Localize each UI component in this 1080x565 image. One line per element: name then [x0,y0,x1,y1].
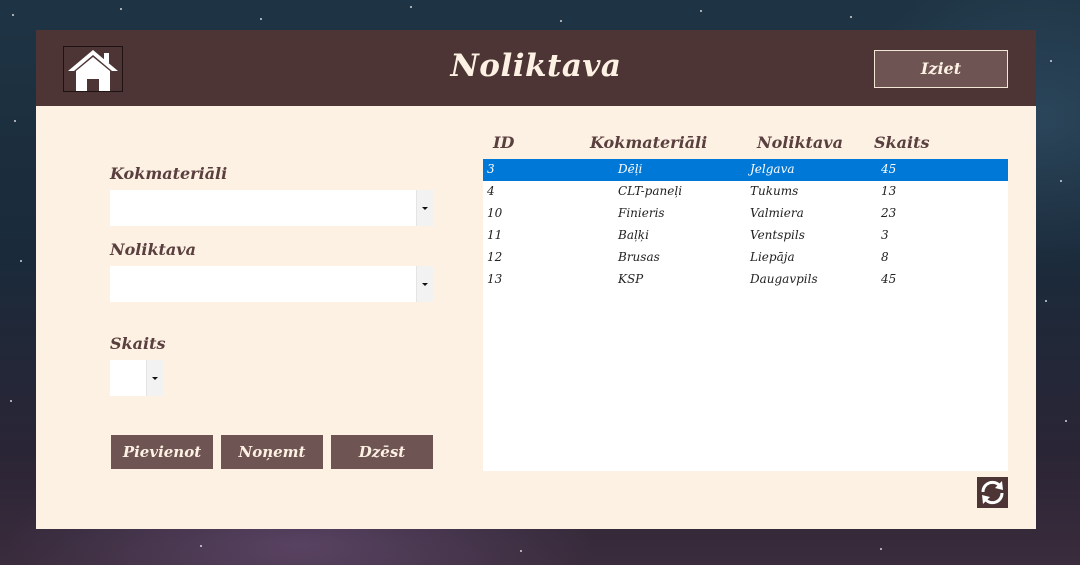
warehouse-label: Noliktava [110,240,196,259]
list-item[interactable]: 4 CLT-paneļi Tukums 13 [483,181,1008,203]
cell-material: Brusas [618,250,660,264]
quantity-label: Skaits [110,334,166,353]
cell-warehouse: Liepāja [750,250,795,264]
cell-id: 13 [487,272,503,286]
header-bar: Noliktava Iziet [36,30,1036,106]
cell-material: Baļķi [618,228,649,242]
cell-warehouse: Valmiera [750,206,804,220]
list-item[interactable]: 12 Brusas Liepāja 8 [483,247,1008,269]
cell-id: 11 [487,228,503,242]
chevron-down-icon[interactable] [146,360,163,396]
cell-warehouse: Jelgava [750,162,795,176]
list-item[interactable]: 13 KSP Daugavpils 45 [483,269,1008,291]
refresh-icon [981,480,1004,505]
app-window: Noliktava Iziet Kokmateriāli Noliktava S… [36,30,1036,529]
cell-material: KSP [618,272,644,286]
column-header-id: ID [493,133,515,152]
column-header-warehouse: Noliktava [757,133,843,152]
cell-id: 4 [487,184,495,198]
cell-warehouse: Daugavpils [750,272,818,286]
quantity-select[interactable] [110,360,163,396]
cell-id: 10 [487,206,503,220]
inventory-list[interactable]: 3 Dēļi Jelgava 45 4 CLT-paneļi Tukums 13… [483,159,1008,471]
warehouse-select[interactable] [110,266,433,302]
column-header-material: Kokmateriāli [590,133,708,152]
cell-quantity: 45 [881,162,897,176]
delete-button[interactable]: Dzēst [331,435,433,469]
cell-quantity: 8 [881,250,889,264]
cell-id: 12 [487,250,503,264]
cell-quantity: 45 [881,272,897,286]
cell-material: Finieris [618,206,665,220]
column-header-quantity: Skaits [874,133,930,152]
list-item[interactable]: 10 Finieris Valmiera 23 [483,203,1008,225]
add-button[interactable]: Pievienot [111,435,213,469]
cell-quantity: 23 [881,206,897,220]
list-item[interactable]: 11 Baļķi Ventspils 3 [483,225,1008,247]
cell-quantity: 13 [881,184,897,198]
chevron-down-icon[interactable] [416,190,433,226]
cell-warehouse: Ventspils [750,228,805,242]
chevron-down-icon[interactable] [416,266,433,302]
list-item[interactable]: 3 Dēļi Jelgava 45 [483,159,1008,181]
material-select[interactable] [110,190,433,226]
cell-material: CLT-paneļi [618,184,683,198]
exit-button[interactable]: Iziet [874,50,1008,88]
cell-id: 3 [487,162,495,176]
cell-material: Dēļi [618,162,643,176]
refresh-button[interactable] [977,477,1008,508]
remove-button[interactable]: Noņemt [221,435,323,469]
cell-warehouse: Tukums [750,184,799,198]
material-label: Kokmateriāli [110,164,228,183]
cell-quantity: 3 [881,228,889,242]
